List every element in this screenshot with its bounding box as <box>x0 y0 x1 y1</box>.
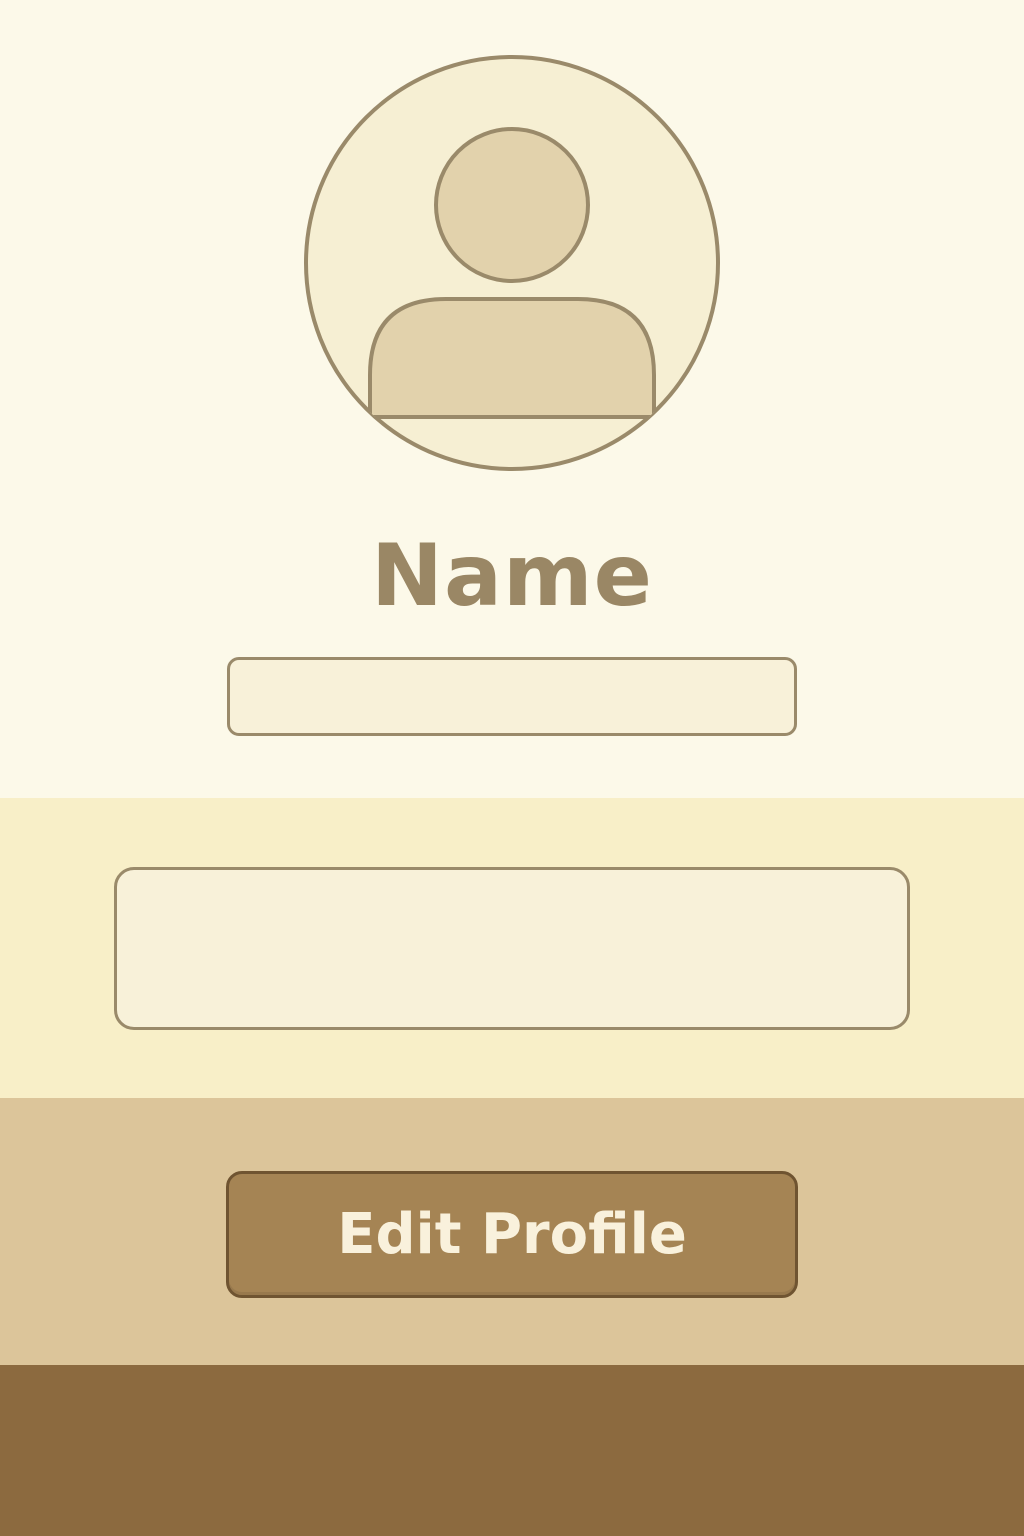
edit-profile-button[interactable]: Edit Profile <box>226 1171 798 1298</box>
name-heading: Name <box>371 526 653 626</box>
footer-bar <box>0 1365 1024 1536</box>
bio-field[interactable] <box>114 867 910 1030</box>
name-field[interactable] <box>227 657 797 736</box>
user-avatar-icon[interactable] <box>304 55 720 471</box>
